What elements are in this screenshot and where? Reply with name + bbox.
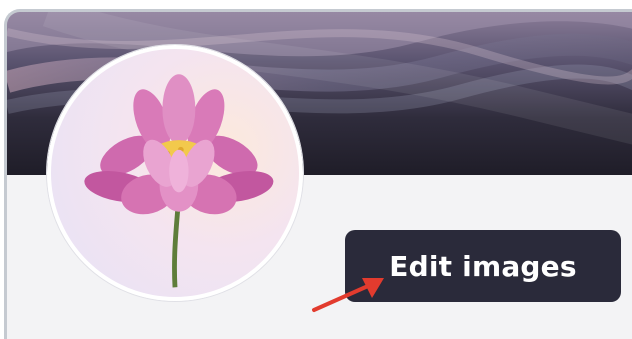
profile-avatar[interactable] [47, 45, 303, 301]
red-pointer-arrow-icon [312, 278, 384, 312]
lotus-flower-icon [84, 74, 274, 288]
